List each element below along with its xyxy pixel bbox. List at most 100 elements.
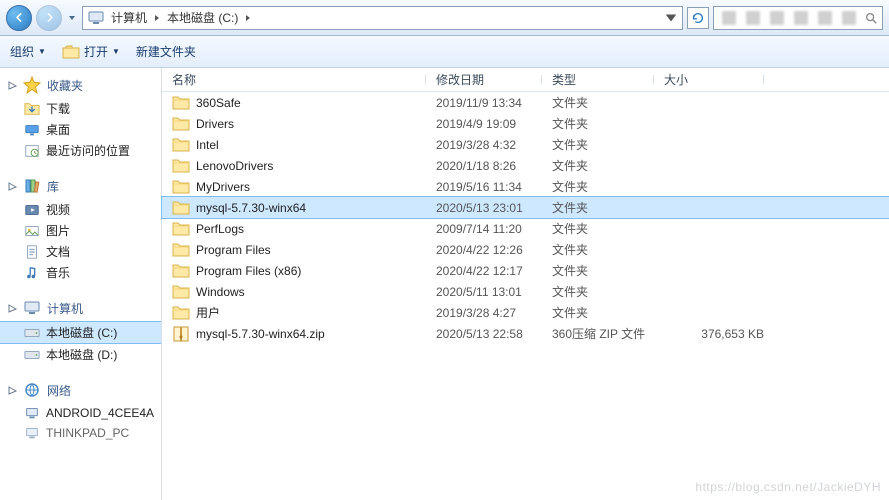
nav-history-dropdown[interactable] [66,14,78,22]
chevron-down-icon: ▼ [38,47,46,56]
nav-favorites-label: 收藏夹 [47,77,83,94]
nav-item-label: THINKPAD_PC [46,426,129,440]
column-header-date[interactable]: 修改日期 [426,71,542,88]
file-name: 用户 [196,304,436,321]
chevron-right-icon [153,14,161,22]
file-row[interactable]: 用户2019/3/28 4:27文件夹 [162,302,889,323]
nav-back-button[interactable] [6,5,32,31]
folder-icon [172,262,190,280]
search-input[interactable] [713,6,883,30]
breadcrumb-drive[interactable]: 本地磁盘 (C:) [165,9,240,26]
zip-icon [172,325,190,343]
nav-item[interactable]: 本地磁盘 (D:) [0,344,161,365]
file-type: 文件夹 [552,283,664,300]
folder-icon [172,304,190,322]
nav-item[interactable]: 本地磁盘 (C:) [0,321,161,344]
file-row[interactable]: mysql-5.7.30-winx642020/5/13 23:01文件夹 [162,197,889,218]
network-icon [23,381,41,399]
file-row[interactable]: Program Files (x86)2020/4/22 12:17文件夹 [162,260,889,281]
nav-item[interactable]: 图片 [0,220,161,241]
nav-forward-button[interactable] [36,5,62,31]
organize-button[interactable]: 组织 ▼ [10,43,46,60]
video-icon [24,202,40,218]
file-name: mysql-5.7.30-winx64 [196,201,436,215]
column-header-name[interactable]: 名称 [162,71,426,88]
recent-icon [24,143,40,159]
nav-item[interactable]: 文档 [0,241,161,262]
watermark: https://blog.csdn.net/JackieDYH [695,480,881,494]
nav-item[interactable]: 桌面 [0,119,161,140]
file-date: 2020/1/18 8:26 [436,159,552,173]
open-button[interactable]: 打开 ▼ [62,43,120,61]
nav-item-label: ANDROID_4CEE4A [46,406,154,420]
file-date: 2020/4/22 12:26 [436,243,552,257]
open-label: 打开 [84,43,108,60]
folder-icon [172,220,190,238]
desktop-icon [24,122,40,138]
file-type: 文件夹 [552,262,664,279]
column-header-type[interactable]: 类型 [542,71,654,88]
nav-computer-header[interactable]: 计算机 [0,297,161,321]
address-bar[interactable]: 计算机 本地磁盘 (C:) [82,6,683,30]
file-date: 2020/5/11 13:01 [436,285,552,299]
expand-icon [8,304,17,313]
file-row[interactable]: 360Safe2019/11/9 13:34文件夹 [162,92,889,113]
library-icon [23,177,41,195]
file-row[interactable]: Windows2020/5/11 13:01文件夹 [162,281,889,302]
pc-icon [24,405,40,421]
file-date: 2020/5/13 22:58 [436,327,552,341]
file-row[interactable]: LenovoDrivers2020/1/18 8:26文件夹 [162,155,889,176]
file-date: 2019/3/28 4:32 [436,138,552,152]
nav-libraries-header[interactable]: 库 [0,175,161,199]
navigation-pane: 收藏夹 下载桌面最近访问的位置 库 视频图片文档音乐 计算机 本地磁盘 (C:)… [0,68,162,500]
file-row[interactable]: mysql-5.7.30-winx64.zip2020/5/13 22:5836… [162,323,889,344]
column-header-size[interactable]: 大小 [654,71,764,88]
file-row[interactable]: Drivers2019/4/9 19:09文件夹 [162,113,889,134]
computer-icon [87,9,105,27]
file-row[interactable]: Program Files2020/4/22 12:26文件夹 [162,239,889,260]
nav-item[interactable]: 音乐 [0,262,161,283]
nav-item-label: 音乐 [46,264,70,281]
folder-icon [172,94,190,112]
nav-item[interactable]: 下载 [0,98,161,119]
file-size: 376,653 KB [664,327,774,341]
chevron-down-icon[interactable] [664,11,678,25]
nav-item[interactable]: 最近访问的位置 [0,140,161,161]
new-folder-button[interactable]: 新建文件夹 [136,43,196,60]
search-placeholder-blur [722,11,864,25]
nav-item-label: 下载 [46,100,70,117]
file-row[interactable]: PerfLogs2009/7/14 11:20文件夹 [162,218,889,239]
file-date: 2020/5/13 23:01 [436,201,552,215]
file-name: Program Files [196,243,436,257]
file-type: 文件夹 [552,241,664,258]
breadcrumb-computer[interactable]: 计算机 [109,9,149,26]
folder-icon [172,241,190,259]
nav-item[interactable]: THINKPAD_PC [0,423,161,443]
nav-favorites-header[interactable]: 收藏夹 [0,74,161,98]
file-list-view: 名称 修改日期 类型 大小 360Safe2019/11/9 13:34文件夹D… [162,68,889,500]
nav-item-label: 文档 [46,243,70,260]
nav-item[interactable]: ANDROID_4CEE4A [0,403,161,423]
file-date: 2019/3/28 4:27 [436,306,552,320]
file-name: Program Files (x86) [196,264,436,278]
expand-icon [8,81,17,90]
file-row[interactable]: Intel2019/3/28 4:32文件夹 [162,134,889,155]
file-row[interactable]: MyDrivers2019/5/16 11:34文件夹 [162,176,889,197]
pc-icon [24,425,40,441]
drive-icon [24,325,40,341]
refresh-button[interactable] [687,7,709,29]
search-icon [864,11,878,25]
nav-item-label: 本地磁盘 (C:) [46,324,117,341]
folder-icon [172,157,190,175]
nav-network-header[interactable]: 网络 [0,379,161,403]
nav-item[interactable]: 视频 [0,199,161,220]
expand-icon [8,182,17,191]
nav-libraries-label: 库 [47,178,59,195]
folder-icon [172,115,190,133]
file-type: 文件夹 [552,136,664,153]
download-icon [24,101,40,117]
expand-icon [8,386,17,395]
file-name: PerfLogs [196,222,436,236]
file-name: mysql-5.7.30-winx64.zip [196,327,436,341]
document-icon [24,244,40,260]
